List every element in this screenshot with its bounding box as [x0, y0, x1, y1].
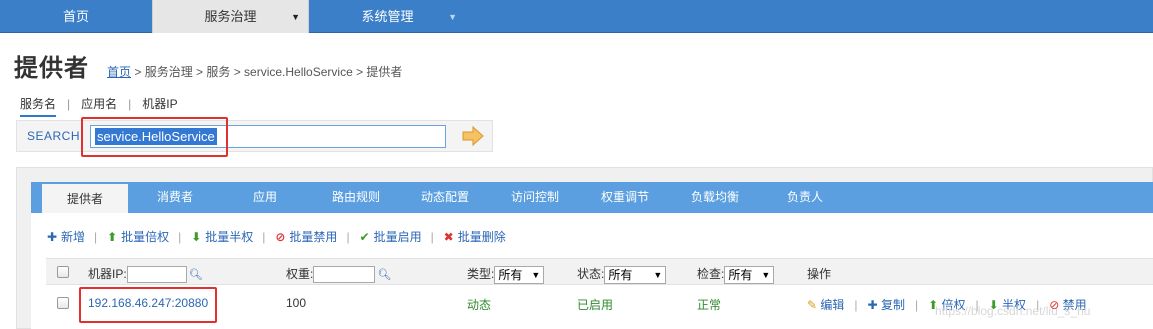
- ip-filter-input[interactable]: [126, 266, 187, 284]
- row-checkbox[interactable]: [57, 297, 69, 309]
- nav-system-management-label: 系统管理: [361, 9, 414, 24]
- header-check-label: 检查:: [697, 267, 725, 281]
- plus-icon: ✚: [46, 230, 58, 244]
- edit-button[interactable]: ✎ 编辑: [807, 298, 844, 312]
- type-filter-value: 所有: [498, 267, 523, 282]
- chevron-down-icon: ▼: [531, 269, 541, 280]
- nav-service-governance[interactable]: 服务治理 ▼: [152, 0, 309, 33]
- header-ops: 操作: [807, 267, 832, 281]
- watermark: https://blog.csdn.net/liu_s_hu: [935, 304, 1091, 318]
- tab-weight-adjust[interactable]: 权重调节: [591, 182, 659, 213]
- divider: |: [178, 230, 182, 244]
- page-title: 提供者: [14, 54, 89, 82]
- chevron-down-icon: ▼: [291, 12, 300, 22]
- breadcrumb: 首页 > 服务治理 > 服务 > service.HelloService > …: [107, 63, 402, 80]
- tab-machine-ip[interactable]: 机器IP: [142, 95, 177, 115]
- tab-routing-rules[interactable]: 路由规则: [322, 182, 390, 213]
- select-all-checkbox[interactable]: [57, 266, 69, 278]
- breadcrumb-home-link[interactable]: 首页: [107, 65, 131, 79]
- row-weight: 100: [286, 296, 307, 310]
- nav-service-governance-label: 服务治理: [204, 9, 257, 24]
- batch-actions: ✚ 新增 | ⬆ 批量倍权 | ⬇ 批量半权 | ⊘ 批量禁用 | ✔ 批量启用 | ✖ 批量删除: [46, 228, 506, 245]
- tab-owner[interactable]: 负责人: [776, 182, 834, 213]
- row-status: 已启用: [577, 298, 614, 312]
- ban-icon: ⊘: [275, 230, 286, 244]
- status-filter-select[interactable]: 所有 ▼: [604, 265, 667, 284]
- arrow-up-icon: ⬆: [107, 230, 118, 244]
- header-type: 类型: 所有 ▼: [467, 265, 545, 284]
- nav-system-management[interactable]: 系统管理 ▼: [309, 0, 466, 33]
- pencil-icon: ✎: [807, 298, 818, 312]
- header-check: 检查: 所有 ▼: [697, 265, 775, 284]
- tab-service-name[interactable]: 服务名: [20, 95, 57, 117]
- header-weight: 权重: 🔍︎: [286, 265, 391, 284]
- batch-enable-button[interactable]: ✔ 批量启用: [359, 228, 422, 245]
- type-filter-select[interactable]: 所有 ▼: [494, 265, 545, 284]
- nav-home[interactable]: 首页: [0, 0, 152, 33]
- batch-disable-label: 批量禁用: [289, 230, 338, 244]
- row-type: 动态: [467, 298, 492, 312]
- close-icon: ✖: [443, 230, 454, 244]
- search-icon[interactable]: 🔍︎: [189, 268, 203, 281]
- header-status: 状态: 所有 ▼: [577, 265, 667, 284]
- row-check: 正常: [697, 298, 722, 312]
- status-filter-value: 所有: [608, 267, 633, 282]
- header-type-label: 类型:: [467, 267, 495, 281]
- add-button[interactable]: ✚ 新增: [46, 228, 85, 245]
- tab-applications[interactable]: 应用: [236, 182, 294, 213]
- copy-button[interactable]: ✚ 复制: [868, 298, 905, 312]
- search-type-tabs: 服务名 | 应用名 | 机器IP: [20, 95, 178, 117]
- search-label: SEARCH: [27, 129, 81, 143]
- check-icon: ✔: [359, 230, 370, 244]
- divider: |: [128, 97, 132, 111]
- chevron-down-icon: ▼: [761, 269, 771, 280]
- chevron-down-icon: ▼: [653, 269, 663, 280]
- check-filter-select[interactable]: 所有 ▼: [724, 265, 775, 284]
- arrow-down-icon: ⬇: [191, 230, 202, 244]
- tab-consumers[interactable]: 消费者: [146, 182, 204, 213]
- divider: |: [430, 230, 434, 244]
- batch-half-weight-label: 批量半权: [205, 230, 254, 244]
- divider: |: [346, 230, 350, 244]
- divider: |: [94, 230, 98, 244]
- top-nav: 首页 服务治理 ▼ 系统管理 ▼: [0, 0, 1153, 33]
- header-weight-label: 权重:: [286, 267, 314, 281]
- divider: |: [854, 298, 858, 312]
- breadcrumb-path: > 服务治理 > 服务 > service.HelloService > 提供者: [131, 65, 403, 79]
- batch-enable-label: 批量启用: [373, 230, 422, 244]
- divider: |: [914, 298, 919, 312]
- table-header: 机器IP: 🔍︎ 权重: 🔍︎ 类型: 所有 ▼ 状态: 所有 ▼ 检查: 所有 ▼ 操作: [46, 258, 1153, 285]
- search-icon[interactable]: 🔍︎: [377, 268, 391, 281]
- batch-delete-button[interactable]: ✖ 批量删除: [443, 228, 506, 245]
- edit-label: 编辑: [820, 298, 845, 312]
- chevron-down-icon: ▼: [448, 12, 457, 22]
- tab-app-name[interactable]: 应用名: [81, 95, 117, 115]
- batch-half-weight-button[interactable]: ⬇ 批量半权: [190, 228, 253, 245]
- batch-delete-label: 批量删除: [457, 230, 506, 244]
- check-filter-value: 所有: [728, 267, 753, 282]
- header-status-label: 状态:: [577, 267, 605, 281]
- batch-disable-button[interactable]: ⊘ 批量禁用: [274, 228, 337, 245]
- tab-dynamic-config[interactable]: 动态配置: [411, 182, 479, 213]
- tab-load-balance[interactable]: 负载均衡: [681, 182, 749, 213]
- arrow-right-icon[interactable]: [462, 126, 484, 146]
- divider: |: [67, 97, 71, 111]
- tab-providers[interactable]: 提供者: [42, 182, 128, 213]
- add-label: 新增: [61, 230, 86, 244]
- nav-home-label: 首页: [62, 9, 89, 24]
- highlight-box: [81, 117, 228, 157]
- panel-tabs: 提供者 消费者 应用 路由规则 动态配置 访问控制 权重调节 负载均衡 负责人: [31, 182, 1153, 213]
- highlight-box: [79, 287, 217, 323]
- tab-access-control[interactable]: 访问控制: [501, 182, 569, 213]
- header-ip: 机器IP: 🔍︎: [88, 265, 203, 284]
- divider: |: [262, 230, 266, 244]
- batch-double-weight-button[interactable]: ⬆ 批量倍权: [106, 228, 169, 245]
- header-ip-label: 机器IP:: [88, 267, 127, 281]
- plus-icon: ✚: [867, 298, 878, 312]
- batch-double-weight-label: 批量倍权: [121, 230, 170, 244]
- copy-label: 复制: [880, 298, 905, 312]
- weight-filter-input[interactable]: [313, 266, 376, 284]
